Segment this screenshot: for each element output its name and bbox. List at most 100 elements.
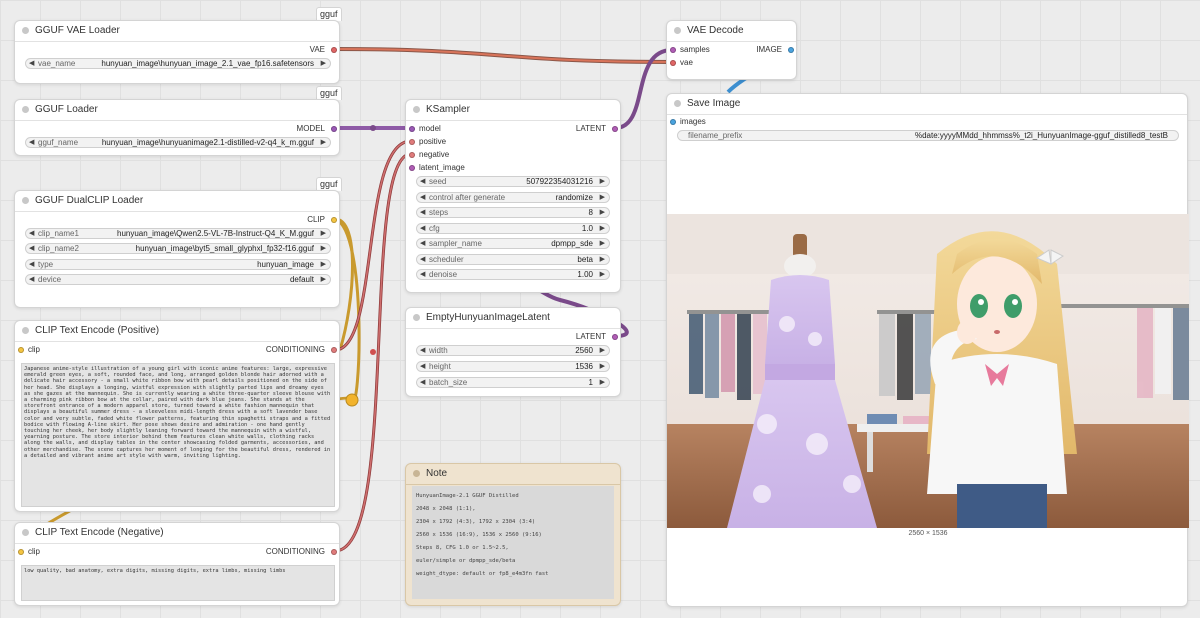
arrow-left-icon[interactable]: ◀ <box>420 362 425 371</box>
arrow-left-icon[interactable]: ◀ <box>420 270 425 279</box>
output-socket-image[interactable] <box>788 47 794 53</box>
node-title[interactable]: CLIP Text Encode (Negative) <box>15 523 339 544</box>
input-socket-samples[interactable] <box>670 47 676 53</box>
arrow-left-icon[interactable]: ◀ <box>29 229 34 238</box>
node-title[interactable]: VAE Decode <box>667 21 796 42</box>
input-socket-negative[interactable] <box>409 152 415 158</box>
output-socket-clip[interactable] <box>331 217 337 223</box>
node-title[interactable]: Save Image <box>667 94 1187 115</box>
node-title[interactable]: GGUF Loader <box>15 100 339 121</box>
arrow-right-icon[interactable]: ▶ <box>600 255 605 264</box>
collapse-dot-icon[interactable] <box>674 27 681 34</box>
cfg-number[interactable]: ◀ cfg 1.0 ▶ <box>416 223 610 234</box>
collapse-dot-icon[interactable] <box>22 529 29 536</box>
input-socket-vae[interactable] <box>670 60 676 66</box>
gguf-name-combo[interactable]: ◀ gguf_name hunyuan_image\hunyuanimage2.… <box>25 137 331 148</box>
arrow-right-icon[interactable]: ▶ <box>600 346 605 355</box>
gguf-dualclip-loader-node[interactable]: GGUF DualCLIP Loader CLIP ◀ clip_name1 h… <box>14 190 340 308</box>
control-after-generate-combo[interactable]: ◀ control after generate randomize ▶ <box>416 192 610 203</box>
vae-name-combo[interactable]: ◀ vae_name hunyuan_image\hunyuan_image_2… <box>25 58 331 69</box>
input-socket-clip[interactable] <box>18 347 24 353</box>
output-socket-conditioning[interactable] <box>331 549 337 555</box>
arrow-left-icon[interactable]: ◀ <box>29 59 34 68</box>
arrow-left-icon[interactable]: ◀ <box>420 239 425 248</box>
arrow-left-icon[interactable]: ◀ <box>29 275 34 284</box>
output-socket-latent[interactable] <box>612 126 618 132</box>
node-title[interactable]: CLIP Text Encode (Positive) <box>15 321 339 342</box>
arrow-left-icon[interactable]: ◀ <box>420 224 425 233</box>
output-socket-conditioning[interactable] <box>331 347 337 353</box>
collapse-dot-icon[interactable] <box>674 100 681 107</box>
type-combo[interactable]: ◀ type hunyuan_image ▶ <box>25 259 331 270</box>
arrow-left-icon[interactable]: ◀ <box>420 346 425 355</box>
gguf-vae-loader-node[interactable]: GGUF VAE Loader VAE ◀ vae_name hunyuan_i… <box>14 20 340 84</box>
node-title[interactable]: GGUF VAE Loader <box>15 21 339 42</box>
input-socket-images[interactable] <box>670 119 676 125</box>
arrow-right-icon[interactable]: ▶ <box>600 224 605 233</box>
arrow-right-icon[interactable]: ▶ <box>600 208 605 217</box>
arrow-left-icon[interactable]: ◀ <box>420 193 425 202</box>
arrow-right-icon[interactable]: ▶ <box>321 229 326 238</box>
arrow-left-icon[interactable]: ◀ <box>420 177 425 186</box>
arrow-right-icon[interactable]: ▶ <box>321 138 326 147</box>
arrow-left-icon[interactable]: ◀ <box>29 138 34 147</box>
negative-prompt-textarea[interactable]: low quality, bad anatomy, extra digits, … <box>21 565 335 601</box>
collapse-dot-icon[interactable] <box>22 197 29 204</box>
ksampler-node[interactable]: KSampler model positive negative latent_… <box>405 99 621 293</box>
save-image-node[interactable]: Save Image images filename_prefix %date:… <box>666 93 1189 607</box>
arrow-right-icon[interactable]: ▶ <box>600 177 605 186</box>
output-socket-model[interactable] <box>331 126 337 132</box>
generated-image-preview[interactable] <box>667 214 1189 528</box>
node-title[interactable]: EmptyHunyuanImageLatent <box>406 308 620 329</box>
arrow-left-icon[interactable]: ◀ <box>420 208 425 217</box>
arrow-right-icon[interactable]: ▶ <box>321 260 326 269</box>
clip-name2-combo[interactable]: ◀ clip_name2 hunyuan_image\byt5_small_gl… <box>25 243 331 254</box>
height-number[interactable]: ◀ height 1536 ▶ <box>416 361 610 372</box>
filename-prefix-input[interactable]: filename_prefix %date:yyyyMMdd_hhmmss%_t… <box>677 130 1179 141</box>
node-title[interactable]: KSampler <box>406 100 620 121</box>
arrow-right-icon[interactable]: ▶ <box>600 270 605 279</box>
arrow-right-icon[interactable]: ▶ <box>600 378 605 387</box>
clip-text-encode-positive-node[interactable]: CLIP Text Encode (Positive) clip CONDITI… <box>14 320 340 512</box>
note-textarea[interactable]: HunyuanImage-2.1 GGUF Distilled 2048 x 2… <box>412 486 614 599</box>
denoise-number[interactable]: ◀ denoise 1.00 ▶ <box>416 269 610 280</box>
seed-number[interactable]: ◀ seed 507922354031216 ▶ <box>416 176 610 187</box>
clip-text-encode-negative-node[interactable]: CLIP Text Encode (Negative) clip CONDITI… <box>14 522 340 606</box>
batch-size-number[interactable]: ◀ batch_size 1 ▶ <box>416 377 610 388</box>
arrow-right-icon[interactable]: ▶ <box>600 193 605 202</box>
width-number[interactable]: ◀ width 2560 ▶ <box>416 345 610 356</box>
input-socket-latent-image[interactable] <box>409 165 415 171</box>
node-title[interactable]: GGUF DualCLIP Loader <box>15 191 339 212</box>
device-combo[interactable]: ◀ device default ▶ <box>25 274 331 285</box>
collapse-dot-icon[interactable] <box>22 27 29 34</box>
arrow-right-icon[interactable]: ▶ <box>321 59 326 68</box>
empty-hunyuan-image-latent-node[interactable]: EmptyHunyuanImageLatent LATENT ◀ width 2… <box>405 307 621 397</box>
note-node[interactable]: Note HunyuanImage-2.1 GGUF Distilled 204… <box>405 463 621 606</box>
clip-name1-combo[interactable]: ◀ clip_name1 hunyuan_image\Qwen2.5-VL-7B… <box>25 228 331 239</box>
scheduler-combo[interactable]: ◀ scheduler beta ▶ <box>416 254 610 265</box>
arrow-right-icon[interactable]: ▶ <box>321 244 326 253</box>
vae-decode-node[interactable]: VAE Decode samples vae IMAGE <box>666 20 797 80</box>
arrow-left-icon[interactable]: ◀ <box>29 260 34 269</box>
gguf-loader-node[interactable]: GGUF Loader MODEL ◀ gguf_name hunyuan_im… <box>14 99 340 156</box>
input-socket-model[interactable] <box>409 126 415 132</box>
arrow-left-icon[interactable]: ◀ <box>420 378 425 387</box>
arrow-right-icon[interactable]: ▶ <box>321 275 326 284</box>
collapse-dot-icon[interactable] <box>22 106 29 113</box>
output-socket-vae[interactable] <box>331 47 337 53</box>
output-socket-latent[interactable] <box>612 334 618 340</box>
positive-prompt-textarea[interactable]: Japanese anime-style illustration of a y… <box>21 363 335 507</box>
collapse-dot-icon[interactable] <box>22 327 29 334</box>
input-socket-positive[interactable] <box>409 139 415 145</box>
input-socket-clip[interactable] <box>18 549 24 555</box>
sampler-name-combo[interactable]: ◀ sampler_name dpmpp_sde ▶ <box>416 238 610 249</box>
collapse-dot-icon[interactable] <box>413 106 420 113</box>
arrow-right-icon[interactable]: ▶ <box>600 239 605 248</box>
arrow-left-icon[interactable]: ◀ <box>420 255 425 264</box>
collapse-dot-icon[interactable] <box>413 470 420 477</box>
collapse-dot-icon[interactable] <box>413 314 420 321</box>
node-title[interactable]: Note <box>406 464 620 485</box>
arrow-left-icon[interactable]: ◀ <box>29 244 34 253</box>
steps-number[interactable]: ◀ steps 8 ▶ <box>416 207 610 218</box>
arrow-right-icon[interactable]: ▶ <box>600 362 605 371</box>
